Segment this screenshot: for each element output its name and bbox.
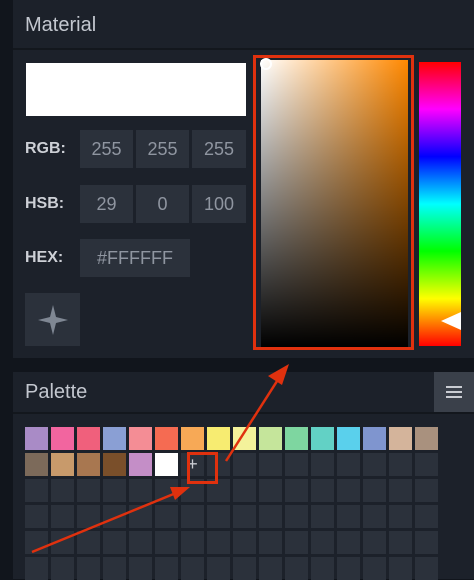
annotation-arrow-to-add	[31, 491, 177, 554]
annotation-arrows	[31, 364, 289, 554]
arrowhead-icon	[170, 487, 190, 500]
arrowhead-icon	[268, 364, 289, 385]
annotation-arrow-to-picker	[224, 377, 281, 462]
